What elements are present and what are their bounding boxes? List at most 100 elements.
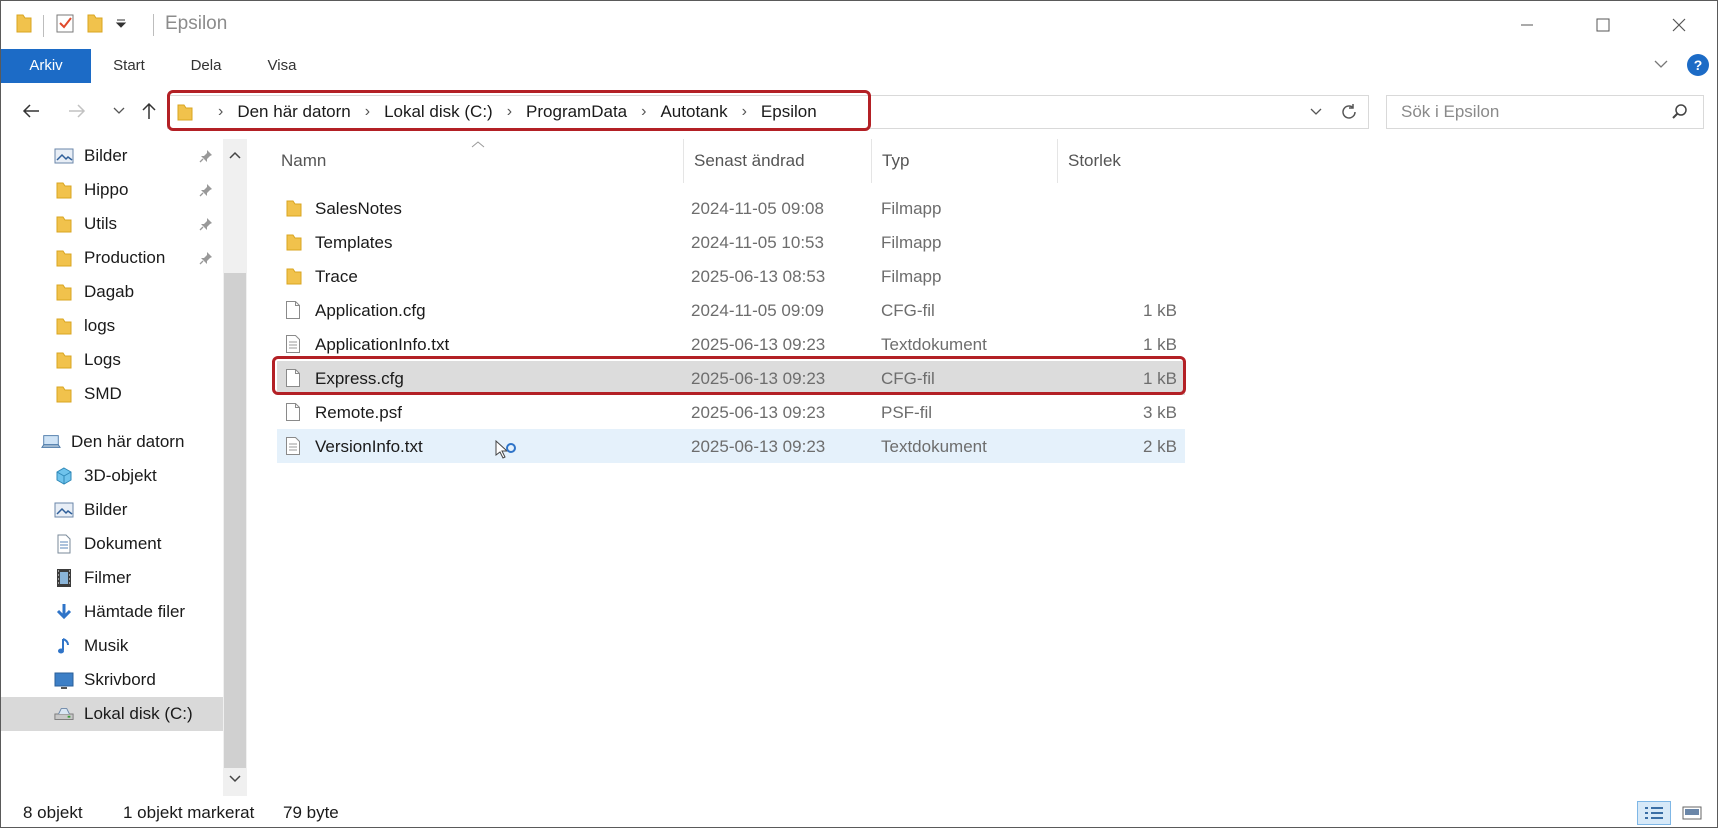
folder-icon [54, 214, 74, 234]
refresh-icon [1342, 104, 1356, 119]
tab-arkiv[interactable]: Arkiv [1, 49, 91, 83]
folder-icon [54, 350, 74, 370]
music-icon [54, 636, 74, 656]
toolbar-divider [43, 14, 44, 37]
nav-item-local-disk[interactable]: Lokal disk (C:) [1, 697, 223, 731]
nav-item-label: Utils [84, 214, 118, 233]
large-icons-view-icon [1682, 806, 1702, 820]
ribbon-tabs: Arkiv Start Dela Visa ? [1, 49, 1717, 83]
nav-item-label: 3D-objekt [84, 466, 157, 485]
new-folder-icon[interactable] [86, 12, 104, 39]
file-date: 2024-11-05 09:08 [691, 199, 824, 218]
close-button[interactable] [1641, 1, 1717, 49]
address-history-dropdown[interactable] [1308, 103, 1324, 124]
up-arrow-icon [142, 102, 156, 119]
forward-button[interactable] [63, 97, 91, 125]
chevron-down-icon [1310, 108, 1322, 115]
nav-item-filmer[interactable]: Filmer [1, 561, 223, 595]
nav-item-smd[interactable]: SMD [1, 377, 223, 411]
help-button[interactable]: ? [1687, 54, 1709, 76]
nav-item-utils[interactable]: Utils [1, 207, 223, 241]
up-button[interactable] [135, 97, 163, 125]
file-date: 2024-11-05 10:53 [691, 233, 824, 252]
nav-item-label: Den här datorn [71, 432, 185, 451]
minimize-button[interactable] [1489, 1, 1565, 49]
tab-start[interactable]: Start [97, 49, 161, 83]
maximize-button[interactable] [1565, 1, 1641, 49]
drive-icon [54, 704, 74, 724]
pictures-icon [54, 500, 74, 520]
tab-visa[interactable]: Visa [251, 49, 313, 83]
back-button[interactable] [17, 97, 45, 125]
properties-icon[interactable] [54, 12, 76, 39]
table-row[interactable]: Remote.psf 2025-06-13 09:23 PSF-fil 3 kB [277, 395, 1185, 429]
details-view-button[interactable] [1637, 801, 1671, 825]
nav-item-skrivbord[interactable]: Skrivbord [1, 663, 223, 697]
column-header-type[interactable]: Typ [871, 139, 1057, 183]
nav-item-dokument[interactable]: Dokument [1, 527, 223, 561]
scroll-thumb[interactable] [224, 273, 246, 768]
status-selection: 1 objekt markerat [123, 803, 255, 822]
nav-item-bilder-pc[interactable]: Bilder [1, 493, 223, 527]
scroll-down-button[interactable] [223, 767, 247, 791]
table-row[interactable]: Templates 2024-11-05 10:53 Filmapp [277, 225, 1185, 259]
pictures-icon [54, 146, 74, 166]
window-title: Epsilon [165, 13, 228, 34]
file-type: PSF-fil [881, 403, 932, 422]
table-row[interactable]: Application.cfg 2024-11-05 09:09 CFG-fil… [277, 293, 1185, 327]
refresh-button[interactable] [1338, 101, 1360, 128]
nav-item-musik[interactable]: Musik [1, 629, 223, 663]
nav-item-downloads[interactable]: Hämtade filer [1, 595, 223, 629]
column-header-size[interactable]: Storlek [1057, 139, 1183, 183]
nav-item-label: Production [84, 248, 166, 267]
file-size: 2 kB [1142, 437, 1177, 456]
file-type: Filmapp [881, 199, 942, 218]
nav-item-logs-lower[interactable]: logs [1, 309, 223, 343]
folder-icon [54, 316, 74, 336]
text-file-icon [285, 334, 303, 354]
desktop-icon [54, 670, 74, 690]
nav-scrollbar[interactable] [223, 139, 247, 796]
text-file-icon [285, 436, 303, 456]
expand-ribbon-icon[interactable] [1653, 56, 1669, 74]
nav-item-3d-objects[interactable]: 3D-objekt [1, 459, 223, 493]
file-date: 2025-06-13 08:53 [691, 267, 826, 286]
nav-item-logs-upper[interactable]: Logs [1, 343, 223, 377]
status-item-count: 8 objekt [23, 803, 83, 822]
nav-item-this-pc[interactable]: Den här datorn [1, 425, 223, 459]
nav-item-label: logs [84, 316, 116, 335]
column-header-name[interactable]: Namn [271, 139, 683, 183]
nav-item-label: Bilder [84, 146, 128, 165]
nav-item-label: Dagab [84, 282, 135, 301]
downloads-icon [54, 602, 74, 622]
folder-icon [54, 282, 74, 302]
tab-dela[interactable]: Dela [176, 49, 236, 83]
table-row[interactable]: SalesNotes 2024-11-05 09:08 Filmapp [277, 191, 1185, 225]
quick-access-toolbar [15, 12, 128, 39]
nav-item-bilder[interactable]: Bilder [1, 139, 223, 173]
search-input[interactable] [1401, 96, 1641, 128]
nav-item-label: Bilder [84, 500, 128, 519]
file-name: SalesNotes [315, 199, 402, 218]
file-name: ApplicationInfo.txt [315, 335, 450, 354]
back-arrow-icon [22, 104, 39, 118]
table-row[interactable]: Trace 2025-06-13 08:53 Filmapp [277, 259, 1185, 293]
nav-item-label: Logs [84, 350, 121, 369]
file-type: Filmapp [881, 233, 942, 252]
close-icon [1672, 18, 1686, 32]
chevron-down-icon [113, 107, 125, 114]
forward-arrow-icon [69, 104, 86, 118]
nav-item-dagab[interactable]: Dagab [1, 275, 223, 309]
details-view-icon [1645, 807, 1663, 819]
nav-item-label: Hämtade filer [84, 602, 186, 621]
customize-dropdown-icon[interactable] [114, 16, 128, 35]
search-box[interactable] [1386, 95, 1704, 129]
nav-item-production[interactable]: Production [1, 241, 223, 275]
column-header-date[interactable]: Senast ändrad [683, 139, 871, 183]
scroll-up-button[interactable] [223, 143, 247, 167]
table-row-hover[interactable]: VersionInfo.txt 2025-06-13 09:23 Textdok… [277, 429, 1185, 463]
recent-locations-button[interactable] [105, 97, 133, 125]
nav-item-hippo[interactable]: Hippo [1, 173, 223, 207]
large-icons-view-button[interactable] [1675, 801, 1709, 825]
search-icon[interactable] [1671, 103, 1689, 126]
